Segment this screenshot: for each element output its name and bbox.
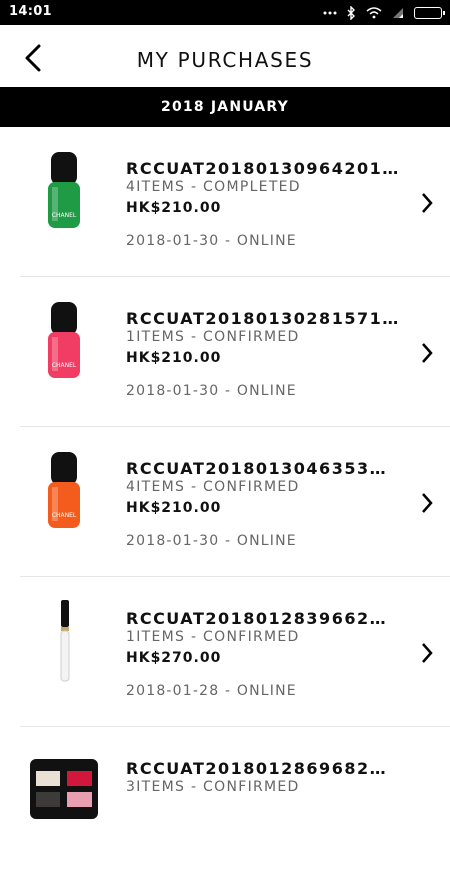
purchase-item[interactable]: CHANEL RCCUAT20180130281571… 1ITEMS - CO… <box>20 277 450 427</box>
status-bar: 14:01 <box>0 0 450 25</box>
nail-polish-thumbnail: CHANEL <box>48 152 80 228</box>
makeup-palette-thumbnail <box>30 759 98 819</box>
purchase-item[interactable]: RCCUAT2018012869682… 3ITEMS - CONFIRMED <box>20 727 450 877</box>
order-date-channel: 2018-01-28 - ONLINE <box>126 683 297 699</box>
status-icons <box>323 4 445 21</box>
order-status: 1ITEMS - CONFIRMED <box>126 629 300 645</box>
order-number: RCCUAT2018012869682… <box>126 759 388 778</box>
order-date-channel: 2018-01-30 - ONLINE <box>126 383 297 399</box>
order-status: 4ITEMS - CONFIRMED <box>126 479 300 495</box>
order-number: RCCUAT2018013046353… <box>126 459 388 478</box>
order-price: HK$210.00 <box>126 200 222 216</box>
order-number: RCCUAT20180130281571… <box>126 309 400 328</box>
svg-text:CHANEL: CHANEL <box>52 362 77 369</box>
battery-icon <box>414 6 445 19</box>
chevron-right-icon <box>422 643 433 663</box>
svg-text:CHANEL: CHANEL <box>52 212 77 219</box>
order-price: HK$270.00 <box>126 650 222 666</box>
header: MY PURCHASES <box>0 25 450 87</box>
order-price: HK$210.00 <box>126 500 222 516</box>
lip-gloss-thumbnail <box>60 600 70 682</box>
chevron-right-icon <box>422 193 433 213</box>
signal-icon <box>393 7 403 18</box>
month-section-header: 2018 JANUARY <box>0 87 450 127</box>
purchase-item[interactable]: CHANEL RCCUAT20180130964201… 4ITEMS - CO… <box>20 127 450 277</box>
order-status: 1ITEMS - CONFIRMED <box>126 329 300 345</box>
nail-polish-thumbnail: CHANEL <box>48 302 80 378</box>
order-date-channel: 2018-01-30 - ONLINE <box>126 533 297 549</box>
order-number: RCCUAT20180130964201… <box>126 159 400 178</box>
status-time: 14:01 <box>9 4 52 19</box>
order-date-channel: 2018-01-30 - ONLINE <box>126 233 297 249</box>
order-status: 3ITEMS - CONFIRMED <box>126 779 300 795</box>
order-number: RCCUAT2018012839662… <box>126 609 388 628</box>
svg-text:CHANEL: CHANEL <box>52 512 77 519</box>
month-label: 2018 JANUARY <box>161 99 289 115</box>
notification-dots-icon <box>323 11 337 14</box>
bluetooth-icon <box>347 5 355 20</box>
purchase-item[interactable]: CHANEL RCCUAT2018013046353… 4ITEMS - CON… <box>20 427 450 577</box>
page-title: MY PURCHASES <box>136 48 314 72</box>
chevron-right-icon <box>422 343 433 363</box>
nail-polish-thumbnail: CHANEL <box>48 452 80 528</box>
wifi-icon <box>366 6 382 18</box>
chevron-right-icon <box>422 493 433 513</box>
order-status: 4ITEMS - COMPLETED <box>126 179 301 195</box>
purchase-item[interactable]: RCCUAT2018012839662… 1ITEMS - CONFIRMED … <box>20 577 450 727</box>
order-price: HK$210.00 <box>126 350 222 366</box>
